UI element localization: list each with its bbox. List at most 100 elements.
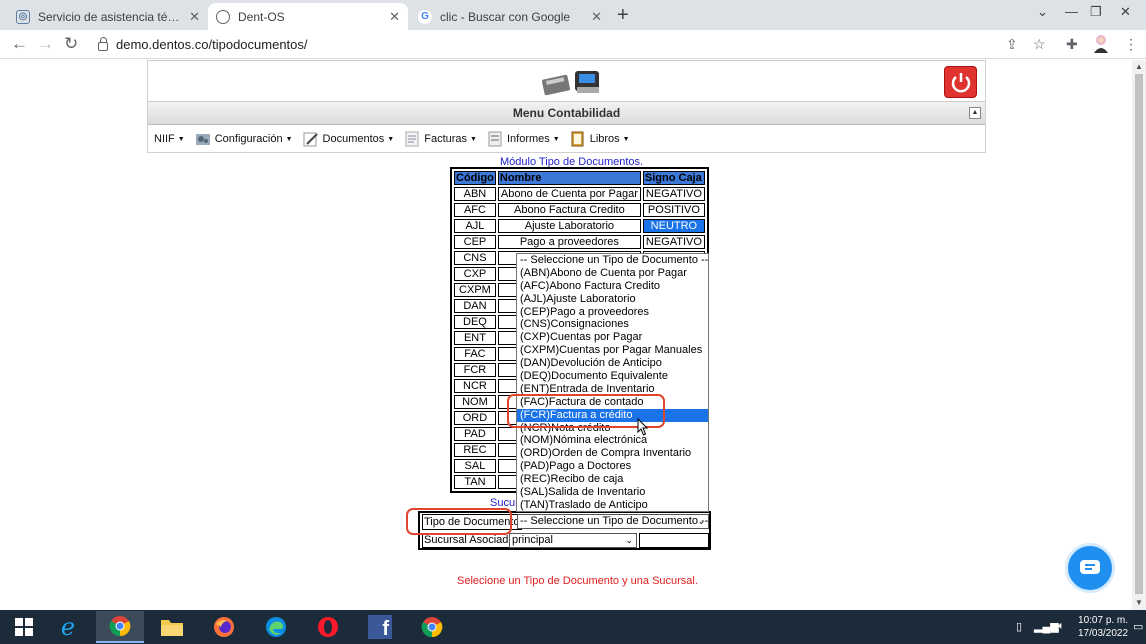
- dropdown-option[interactable]: (DEQ)Documento Equivalente: [517, 370, 708, 383]
- taskbar-file-explorer[interactable]: [148, 611, 196, 643]
- cell-code: ORD: [454, 411, 496, 425]
- table-header-row: Código Nombre Signo Caja: [454, 171, 705, 185]
- tab-label: clic - Buscar con Google: [440, 9, 571, 24]
- cell-code: DEQ: [454, 315, 496, 329]
- taskbar-edge[interactable]: [252, 611, 300, 643]
- extensions-icon[interactable]: ✚: [1066, 36, 1078, 53]
- back-icon[interactable]: ←: [11, 34, 28, 54]
- menu-facturas[interactable]: Facturas ▼: [404, 131, 477, 147]
- book-icon: [571, 131, 584, 147]
- dropdown-option[interactable]: (CXP)Cuentas por Pagar: [517, 331, 708, 344]
- taskbar-firefox[interactable]: [200, 611, 248, 643]
- taskbar-chrome[interactable]: [96, 611, 144, 643]
- new-tab-button[interactable]: +: [617, 4, 629, 27]
- profile-avatar[interactable]: [1092, 33, 1110, 56]
- dropdown-option[interactable]: (ABN)Abono de Cuenta por Pagar: [517, 267, 708, 280]
- cell-sign: NEGATIVO: [642, 235, 705, 249]
- cell-code: CNS: [454, 251, 496, 265]
- firefox-icon: [214, 617, 234, 637]
- taskbar-clock[interactable]: 10:07 p. m. 17/03/2022: [1078, 614, 1128, 640]
- google-icon: G: [418, 9, 432, 24]
- windows-taskbar: e f ▯ ▂▄▆ 🔈︎ 10:07 p. m. 17/03/2022 ▭: [0, 610, 1146, 644]
- scrollbar-thumb[interactable]: [1135, 74, 1143, 594]
- menu-niif[interactable]: NIIF ▼: [154, 133, 185, 145]
- annotation-highlight-label: [406, 508, 512, 535]
- dropdown-option[interactable]: (REC)Recibo de caja: [517, 473, 708, 486]
- tab-dent-os[interactable]: Dent-OS ✕: [208, 3, 408, 30]
- tipo-documento-select[interactable]: -- Seleccione un Tipo de Documento -- ⌄: [517, 514, 709, 529]
- sucursal-label: Sucursal Asociado:: [422, 533, 520, 548]
- forward-icon[interactable]: →: [37, 34, 54, 54]
- column-header-codigo: Código: [454, 171, 496, 185]
- cell-sign: POSITIVO: [642, 203, 705, 217]
- menu-documentos[interactable]: Documentos ▼: [303, 131, 394, 147]
- taskbar-ie[interactable]: e: [44, 611, 92, 643]
- globe-icon: [216, 9, 230, 24]
- facebook-icon: f: [368, 615, 392, 640]
- dropdown-option[interactable]: (PAD)Pago a Doctores: [517, 460, 708, 473]
- menu-libros[interactable]: Libros ▼: [570, 131, 630, 147]
- dropdown-option[interactable]: -- Seleccione un Tipo de Documento --: [517, 254, 708, 267]
- restore-button[interactable]: ❐: [1090, 4, 1102, 20]
- chevron-down-icon: ⌄: [625, 535, 633, 545]
- reload-icon[interactable]: ↻: [64, 34, 78, 54]
- cell-code: TAN: [454, 475, 496, 489]
- power-icon: [951, 73, 970, 93]
- share-icon[interactable]: ⇪: [1006, 36, 1018, 53]
- table-row: AFC Abono Factura Credito POSITIVO: [454, 203, 705, 217]
- taskbar-chrome-2[interactable]: [408, 611, 456, 643]
- page-scrollbar[interactable]: ▲ ▼: [1132, 60, 1146, 610]
- dropdown-option[interactable]: (CXPM)Cuentas por Pagar Manuales: [517, 344, 708, 357]
- close-icon[interactable]: ✕: [189, 9, 200, 25]
- close-icon[interactable]: ✕: [591, 9, 602, 25]
- tab-search-icon[interactable]: ⌄: [1037, 4, 1048, 20]
- dropdown-option[interactable]: (CNS)Consignaciones: [517, 318, 708, 331]
- chat-widget-button[interactable]: [1065, 543, 1115, 593]
- collapse-menu-button[interactable]: ▲: [969, 107, 981, 119]
- bookmark-star-icon[interactable]: ☆: [1033, 36, 1046, 53]
- logout-button[interactable]: [944, 66, 977, 98]
- taskbar-facebook[interactable]: f: [356, 611, 404, 643]
- close-icon[interactable]: ✕: [389, 9, 400, 25]
- cell-code: CXPM: [454, 283, 496, 297]
- address-bar[interactable]: demo.dentos.co/tipodocumentos/: [94, 33, 1060, 56]
- column-header-signo: Signo Caja: [642, 171, 705, 185]
- dropdown-option[interactable]: (AFC)Abono Factura Credito: [517, 280, 708, 293]
- cell-code: NOM: [454, 395, 496, 409]
- tab-label: Dent-OS: [238, 9, 285, 24]
- scroll-down-icon[interactable]: ▼: [1135, 598, 1143, 607]
- windows-start-button[interactable]: [0, 611, 48, 643]
- dropdown-option[interactable]: (AJL)Ajuste Laboratorio: [517, 293, 708, 306]
- dropdown-option[interactable]: (DAN)Devolución de Anticipo: [517, 357, 708, 370]
- menu-configuracion[interactable]: Configuración ▼: [195, 131, 293, 147]
- network-icon[interactable]: ▂▄▆: [1034, 620, 1059, 633]
- dropdown-option[interactable]: (CEP)Pago a proveedores: [517, 306, 708, 319]
- minimize-button[interactable]: —: [1065, 4, 1078, 19]
- cell-name: Abono Factura Credito: [497, 203, 641, 217]
- table-row: AJL Ajuste Laboratorio NEUTRO: [454, 219, 705, 233]
- dropdown-option[interactable]: (NOM)Nómina electrónica: [517, 434, 708, 447]
- scroll-up-icon[interactable]: ▲: [1135, 62, 1143, 71]
- report-icon: [488, 131, 502, 147]
- tipo-documento-dropdown-list[interactable]: -- Seleccione un Tipo de Documento -- (AB…: [516, 253, 709, 512]
- sucursal-select[interactable]: principal ⌄: [509, 533, 637, 548]
- menu-informes[interactable]: Informes ▼: [487, 131, 560, 147]
- dropdown-option[interactable]: (TAN)Traslado de Anticipo: [517, 499, 708, 512]
- taskbar-opera[interactable]: [304, 611, 352, 643]
- invoice-icon: [405, 131, 419, 147]
- tab-google-search[interactable]: G clic - Buscar con Google ✕: [410, 3, 610, 30]
- opera-icon: [318, 617, 338, 637]
- empty-cell: [639, 533, 709, 548]
- cell-code: CXP: [454, 267, 496, 281]
- phone-icon[interactable]: ▯: [1016, 620, 1022, 633]
- volume-icon[interactable]: 🔈︎: [1058, 620, 1065, 633]
- dropdown-option[interactable]: (SAL)Salida de Inventario: [517, 486, 708, 499]
- notifications-icon[interactable]: ▭: [1133, 620, 1143, 633]
- menu-title: Menu Contabilidad: [512, 106, 621, 120]
- browser-menu-icon[interactable]: ⋮: [1124, 36, 1138, 53]
- mouse-cursor-icon: [637, 418, 649, 436]
- close-window-button[interactable]: ✕: [1120, 4, 1131, 20]
- dropdown-option[interactable]: (ORD)Orden de Compra Inventario: [517, 447, 708, 460]
- tab-servicio-asistencia[interactable]: ◎ Servicio de asistencia técnica : Sy ✕: [8, 3, 208, 30]
- caret-down-icon: ▼: [470, 135, 477, 143]
